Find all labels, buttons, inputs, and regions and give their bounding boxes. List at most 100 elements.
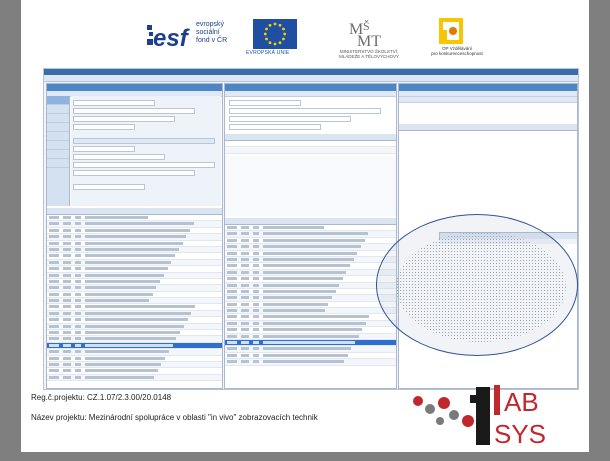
form-field[interactable] — [229, 108, 381, 114]
table-cell — [85, 343, 173, 347]
nav-item[interactable] — [47, 96, 69, 105]
table-cell — [263, 257, 354, 261]
table-cell — [85, 279, 160, 283]
table-cell — [253, 283, 259, 287]
table-cell — [63, 279, 71, 283]
table-cell — [263, 347, 352, 351]
table-cell — [253, 347, 259, 351]
table-cell — [85, 222, 194, 226]
table-cell — [85, 299, 149, 303]
table-cell — [253, 232, 259, 236]
table-row[interactable] — [225, 359, 396, 366]
table-cell — [263, 251, 358, 255]
table-cell — [49, 241, 59, 245]
table-cell — [253, 277, 259, 281]
form-field[interactable] — [73, 116, 175, 122]
table-cell — [263, 226, 324, 229]
left-pane — [46, 83, 223, 389]
table-cell — [63, 324, 71, 328]
table-cell — [75, 337, 81, 341]
table-cell — [227, 277, 237, 281]
form-field[interactable] — [73, 124, 135, 130]
dotted-fill — [396, 232, 566, 342]
table-cell — [49, 267, 59, 271]
form-field[interactable] — [229, 116, 351, 122]
table-cell — [75, 299, 81, 303]
table-cell — [227, 245, 237, 249]
detail-form — [71, 96, 221, 206]
table-cell — [63, 369, 71, 373]
nav-item[interactable] — [47, 105, 69, 114]
table-cell — [263, 302, 329, 306]
form-field[interactable] — [229, 100, 301, 106]
form-field[interactable] — [73, 100, 155, 106]
table-cell — [241, 251, 249, 255]
table-cell — [49, 350, 59, 354]
nav-item[interactable] — [47, 159, 69, 168]
table-cell — [227, 270, 237, 274]
middle-grid-1-header — [225, 134, 396, 141]
table-cell — [75, 216, 81, 219]
table-cell — [263, 277, 343, 281]
table-cell — [227, 328, 237, 332]
form-field[interactable] — [73, 184, 145, 190]
table-cell — [75, 241, 81, 245]
table-cell — [227, 232, 237, 236]
form-field[interactable] — [73, 162, 215, 168]
table-cell — [63, 305, 71, 309]
table-cell — [253, 257, 259, 261]
table-cell — [85, 375, 154, 379]
table-cell — [63, 254, 71, 258]
table-cell — [49, 228, 59, 232]
table-cell — [75, 331, 81, 335]
nav-item[interactable] — [47, 123, 69, 132]
esf-line-2: sociální — [196, 29, 220, 36]
table-cell — [241, 296, 249, 300]
table-cell — [85, 305, 195, 309]
table-cell — [253, 302, 259, 306]
table-cell — [63, 267, 71, 271]
table-cell — [241, 341, 249, 345]
table-cell — [49, 292, 59, 296]
table-cell — [75, 318, 81, 322]
table-cell — [227, 302, 237, 306]
form-field[interactable] — [73, 170, 195, 176]
table-cell — [49, 305, 59, 309]
nav-item[interactable] — [47, 114, 69, 123]
table-cell — [63, 350, 71, 354]
table-cell — [227, 309, 237, 313]
form-field[interactable] — [229, 124, 321, 130]
table-cell — [227, 296, 237, 300]
table-cell — [241, 309, 249, 313]
table-cell — [253, 353, 259, 357]
table-row[interactable] — [225, 147, 396, 154]
nav-item[interactable] — [47, 150, 69, 159]
table-cell — [263, 341, 355, 345]
nav-item[interactable] — [47, 132, 69, 141]
table-cell — [263, 360, 345, 364]
table-cell — [49, 369, 59, 373]
form-field[interactable] — [73, 154, 165, 160]
table-cell — [49, 247, 59, 251]
form-field[interactable] — [73, 146, 135, 152]
svg-text:SYS: SYS — [494, 419, 546, 449]
table-cell — [241, 264, 249, 268]
table-cell — [263, 353, 348, 357]
table-cell — [253, 321, 259, 325]
table-cell — [85, 247, 179, 251]
table-cell — [253, 245, 259, 249]
esf-line-1: evropský — [196, 21, 225, 28]
table-cell — [49, 356, 59, 360]
table-row[interactable] — [47, 374, 222, 382]
table-cell — [227, 283, 237, 287]
table-cell — [241, 353, 249, 357]
form-section-bar — [73, 138, 215, 144]
table-cell — [241, 226, 249, 229]
table-cell — [253, 315, 259, 319]
table-cell — [227, 321, 237, 325]
table-cell — [75, 222, 81, 226]
nav-item[interactable] — [47, 141, 69, 150]
form-field[interactable] — [73, 108, 195, 114]
table-cell — [227, 289, 237, 293]
table-cell — [63, 228, 71, 232]
